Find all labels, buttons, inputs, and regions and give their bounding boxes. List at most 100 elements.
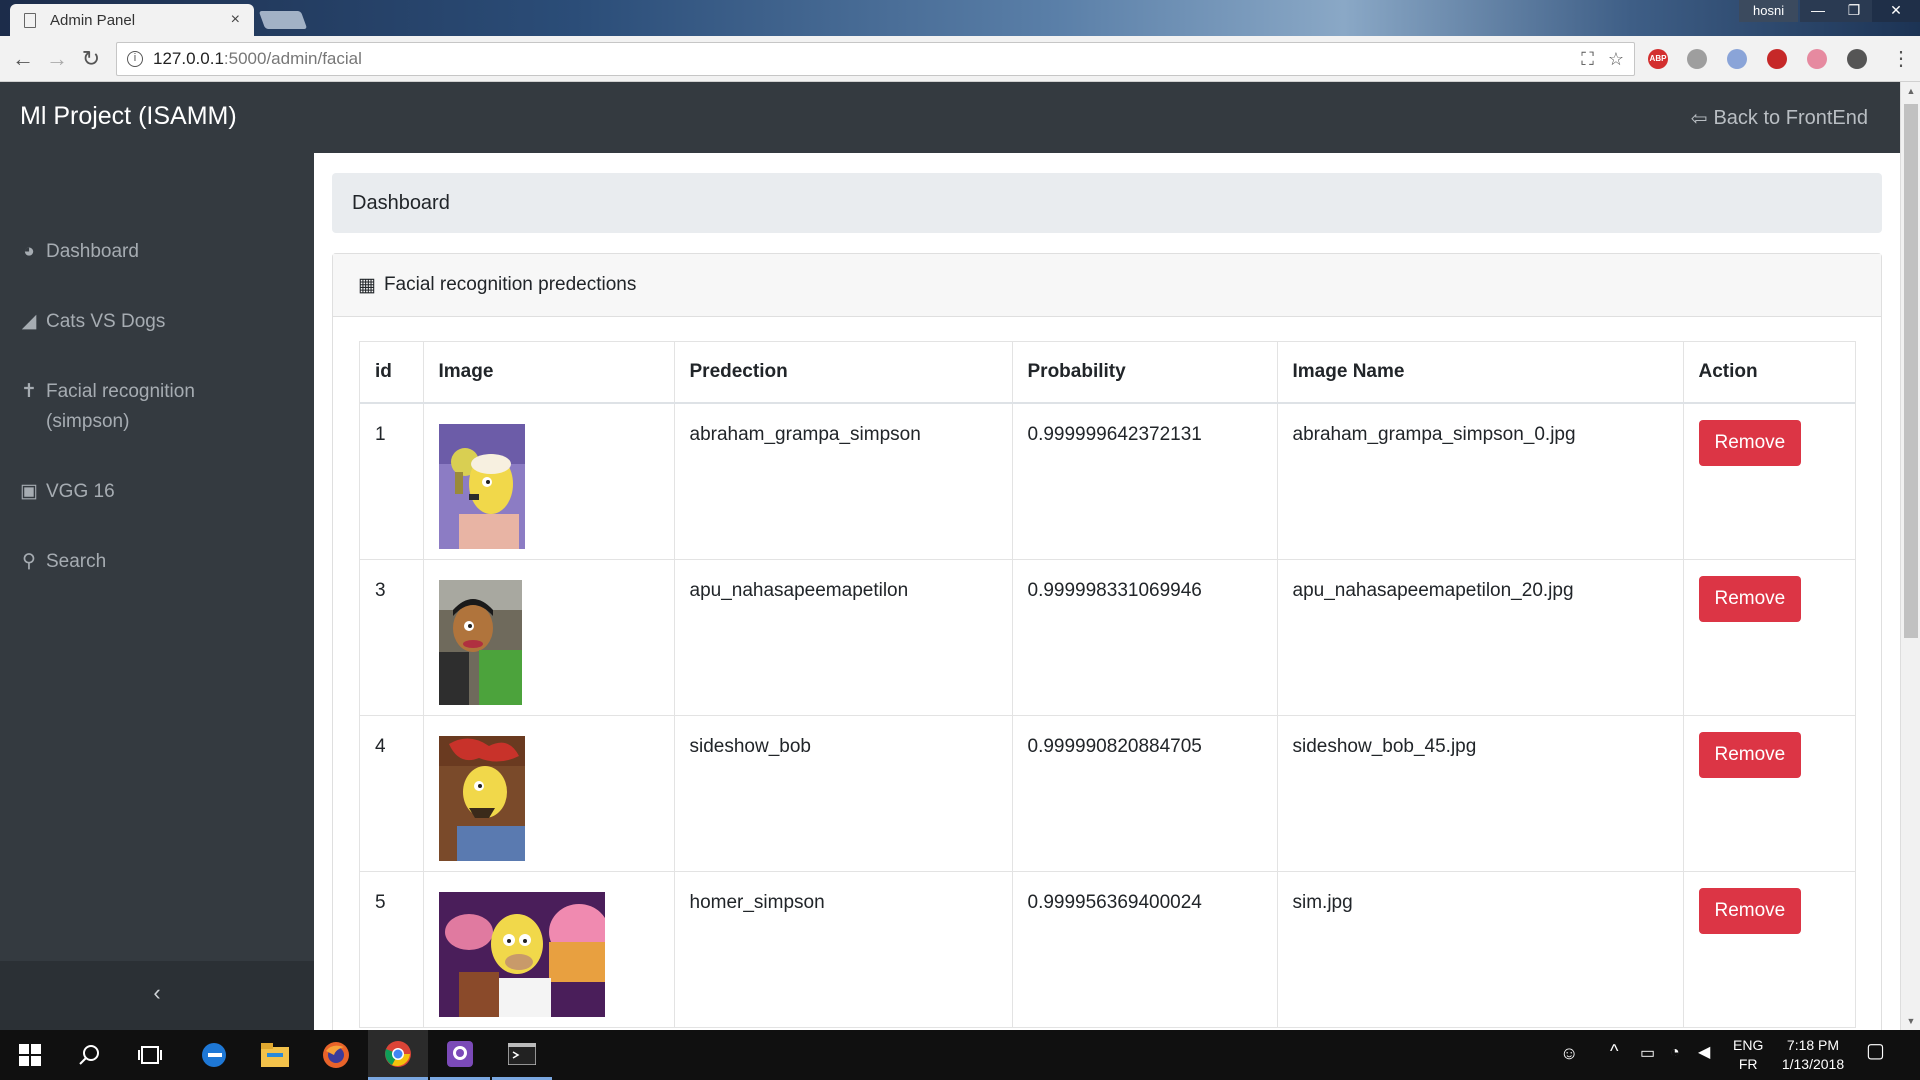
sidebar-item-dashboard[interactable]: ◕ Dashboard — [20, 237, 280, 267]
remove-button[interactable]: Remove — [1698, 731, 1802, 778]
table-row: 4 sideshow_bob 0.999990820884705 sidesho… — [360, 714, 1855, 871]
table-header-row: id Image Predection Probability Image Na… — [360, 342, 1855, 404]
cell-image-name: sim.jpg — [1277, 870, 1684, 1027]
terminal-icon[interactable] — [492, 1030, 552, 1080]
firefox-icon[interactable] — [306, 1030, 366, 1080]
language-bottom: FR — [1738, 1056, 1758, 1072]
cell-probability: 0.999990820884705 — [1012, 714, 1278, 871]
breadcrumb-item[interactable]: Dashboard — [352, 192, 450, 215]
browser-menu-icon[interactable]: ⋮ — [1891, 46, 1911, 72]
app-navbar: Ml Project (ISAMM) ⇦ Back to FrontEnd — [0, 82, 1900, 153]
chevron-up-icon[interactable]: ^ — [1610, 1042, 1618, 1061]
action-center-icon[interactable]: ▢ — [1866, 1041, 1885, 1061]
extension-icon[interactable] — [1847, 49, 1867, 69]
sidebar-item-cats-vs-dogs[interactable]: ◢ Cats VS Dogs — [20, 307, 280, 337]
predictions-card: ▦ Facial recognition predections id Imag… — [332, 253, 1882, 1030]
cell-action: Remove — [1683, 402, 1855, 559]
sidebar-item-label: Facial recognition (simpson) — [46, 381, 195, 432]
restore-button[interactable]: ❐ — [1836, 0, 1872, 22]
remove-button[interactable]: Remove — [1698, 887, 1802, 934]
windows-taskbar: ☺ ^ ▭ ◔ ◀ ENG FR 7:18 PM 1/13/2018 ▢ — [0, 1030, 1920, 1080]
area-chart-icon: ◢ — [21, 311, 37, 332]
card-header: ▦ Facial recognition predections — [333, 254, 1881, 317]
new-tab-button[interactable] — [258, 11, 308, 29]
child-icon: ✝ — [21, 381, 37, 402]
github-desktop-icon[interactable] — [430, 1030, 490, 1080]
minimize-button[interactable]: — — [1800, 0, 1836, 22]
file-explorer-icon[interactable] — [245, 1030, 305, 1080]
forward-arrow-icon[interactable]: → — [44, 46, 70, 72]
back-arrow-icon[interactable]: ← — [10, 46, 36, 72]
sidebar-item-label: Dashboard — [46, 241, 139, 262]
address-bar[interactable]: i 127.0.0.1 :5000/admin/facial ⛶ ☆ — [116, 42, 1635, 76]
adblock-extension-icon[interactable]: ABP — [1648, 49, 1668, 69]
browser-titlebar: Admin Panel × hosni — ❐ ✕ — [0, 0, 1920, 36]
translate-icon[interactable]: ⛶ — [1581, 49, 1594, 70]
remove-button[interactable]: Remove — [1698, 575, 1802, 622]
extension-icon[interactable] — [1687, 49, 1707, 69]
wifi-icon[interactable]: ◔ — [1670, 1043, 1680, 1062]
tab-title: Admin Panel — [50, 11, 136, 29]
cell-image — [423, 714, 675, 871]
cell-probability: 0.999999642372131 — [1012, 402, 1278, 559]
volume-icon[interactable]: ◀ — [1698, 1043, 1710, 1062]
bookmark-star-icon[interactable]: ☆ — [1608, 49, 1624, 70]
column-header-image-name: Image Name — [1277, 342, 1684, 404]
browser-toolbar: ← → ↻ i 127.0.0.1 :5000/admin/facial ⛶ ☆… — [0, 36, 1920, 82]
brand-title[interactable]: Ml Project (ISAMM) — [20, 102, 237, 131]
column-header-prediction: Predection — [674, 342, 1013, 404]
reload-icon[interactable]: ↻ — [78, 46, 104, 72]
sidebar-toggle-button[interactable]: ‹ — [0, 961, 314, 1030]
page-scrollbar[interactable]: ▲ ▼ — [1900, 82, 1920, 1030]
scrollbar-thumb[interactable] — [1904, 104, 1918, 638]
table-row: 1 abraham_grampa_simpson 0.9999996423721… — [360, 402, 1855, 559]
language-top: ENG — [1733, 1037, 1764, 1053]
search-icon[interactable] — [60, 1030, 120, 1080]
cell-prediction: homer_simpson — [674, 870, 1013, 1027]
info-icon[interactable]: i — [127, 51, 143, 67]
edge-browser-icon[interactable] — [184, 1030, 244, 1080]
image-icon: ▣ — [20, 481, 38, 502]
cell-image — [423, 402, 675, 559]
clock-time: 7:18 PM — [1786, 1037, 1840, 1053]
task-view-icon[interactable] — [120, 1030, 180, 1080]
sideshow-bob-thumbnail — [438, 735, 525, 861]
abraham-simpson-thumbnail — [438, 424, 525, 549]
browser-tab[interactable]: Admin Panel × — [10, 4, 254, 36]
profile-name[interactable]: hosni — [1739, 0, 1799, 22]
clock-date: 1/13/2018 — [1781, 1056, 1845, 1072]
back-to-frontend-link[interactable]: ⇦ Back to FrontEnd — [1691, 106, 1868, 131]
ublock-extension-icon[interactable] — [1767, 49, 1787, 69]
battery-icon[interactable]: ▭ — [1640, 1044, 1655, 1063]
extension-icon[interactable] — [1807, 49, 1827, 69]
people-icon[interactable]: ☺ — [1560, 1044, 1578, 1063]
cell-image — [423, 870, 675, 1027]
chrome-icon[interactable] — [368, 1030, 428, 1080]
cell-image-name: abraham_grampa_simpson_0.jpg — [1277, 402, 1684, 559]
extension-icon[interactable] — [1727, 49, 1747, 69]
column-header-id: id — [360, 342, 424, 404]
windows-start-icon[interactable] — [0, 1030, 60, 1080]
apu-thumbnail — [438, 579, 522, 705]
table-row: 5 homer_simpson 0.999956369400024 sim.jp… — [360, 870, 1855, 1027]
search-icon: ⚲ — [22, 551, 36, 572]
scroll-up-arrow-icon[interactable]: ▲ — [1901, 82, 1920, 100]
close-window-button[interactable]: ✕ — [1872, 0, 1920, 22]
card-title: Facial recognition predections — [383, 274, 637, 295]
column-header-image: Image — [423, 342, 675, 404]
sidebar-item-vgg16[interactable]: ▣ VGG 16 — [20, 477, 280, 507]
scroll-down-arrow-icon[interactable]: ▼ — [1901, 1012, 1920, 1030]
sidebar-item-facial-recognition[interactable]: ✝ Facial recognition (simpson) — [20, 377, 280, 437]
cell-probability: 0.999998331069946 — [1012, 558, 1278, 715]
clock[interactable]: 7:18 PM 1/13/2018 — [1776, 1036, 1850, 1074]
sidebar-item-search[interactable]: ⚲ Search — [20, 547, 280, 577]
cell-image-name: apu_nahasapeemapetilon_20.jpg — [1277, 558, 1684, 715]
remove-button[interactable]: Remove — [1698, 420, 1802, 466]
tab-close-button[interactable]: × — [231, 11, 240, 29]
language-indicator[interactable]: ENG FR — [1733, 1036, 1763, 1074]
tachometer-icon: ◕ — [23, 241, 35, 262]
cell-image — [423, 558, 675, 715]
sidebar-item-label: Search — [46, 551, 107, 572]
column-header-action: Action — [1683, 342, 1855, 404]
cell-prediction: apu_nahasapeemapetilon — [674, 558, 1013, 715]
